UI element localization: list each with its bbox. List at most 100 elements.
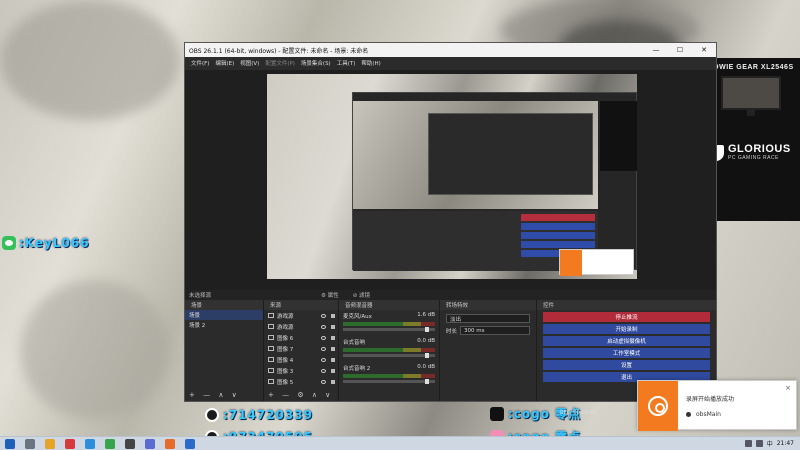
volume-meter	[343, 322, 435, 326]
start-icon[interactable]	[5, 438, 15, 449]
filters-button[interactable]: ⊘ 滤镜	[353, 291, 370, 299]
source-type-icon	[268, 379, 274, 384]
wechat-taskbar-icon[interactable]	[105, 438, 115, 449]
sources-dock: 来源 游戏源 游戏源 图像 6 图像 7 图像 4 图像 3 图像 5 + — …	[264, 300, 338, 401]
clock[interactable]: 21:47	[777, 440, 794, 447]
maximize-button[interactable]: ☐	[668, 46, 692, 54]
mixer-channel: 台式音响 0.0 dB	[339, 336, 439, 362]
menu-profile[interactable]: 配置文件(P)	[265, 59, 295, 67]
lock-icon[interactable]	[331, 379, 335, 384]
start-recording-button[interactable]: 开始录制	[543, 324, 710, 334]
controls-title: 控件	[537, 300, 716, 310]
lock-icon[interactable]	[331, 313, 335, 318]
transitions-dock: 转场特效 淡出 时长 300 ms	[440, 300, 536, 401]
source-label: 图像 5	[277, 379, 294, 386]
settings-button[interactable]: 设置	[543, 360, 710, 370]
eye-icon[interactable]	[321, 324, 326, 329]
start-virtual-camera-button[interactable]: 启动虚拟摄像机	[543, 336, 710, 346]
search-icon[interactable]	[25, 438, 35, 449]
qq-icon	[205, 408, 219, 422]
eye-icon[interactable]	[321, 313, 326, 318]
volume-slider[interactable]	[343, 353, 435, 358]
source-item[interactable]: 游戏源	[264, 310, 338, 321]
sources-toolbar[interactable]: + — ⚙ ∧ ∨	[268, 391, 333, 399]
notification-app-icon	[638, 381, 678, 431]
minimize-button[interactable]: —	[644, 46, 668, 54]
source-type-icon	[268, 346, 274, 351]
menu-view[interactable]: 视图(V)	[240, 59, 259, 67]
lock-icon[interactable]	[331, 346, 335, 351]
qq-number-1: :714720339	[223, 408, 313, 422]
mixer-channel: 台式音响 2 0.0 dB	[339, 362, 439, 388]
eye-icon[interactable]	[321, 346, 326, 351]
menu-help[interactable]: 帮助(H)	[361, 59, 380, 67]
scene-item[interactable]: 场景	[185, 310, 263, 320]
menu-tools[interactable]: 工具(T)	[337, 59, 356, 67]
network-icon[interactable]	[744, 440, 752, 447]
obs-menubar: 文件(F) 编辑(E) 视图(V) 配置文件(P) 场景集合(S) 工具(T) …	[185, 57, 716, 69]
nested-notification	[559, 249, 634, 276]
browser-icon[interactable]	[85, 438, 95, 449]
volume-icon[interactable]	[755, 440, 763, 447]
app-icon[interactable]	[145, 438, 155, 449]
qq-overlay-1: :714720339	[205, 408, 313, 422]
source-item[interactable]: 图像 7	[264, 343, 338, 354]
stop-streaming-button[interactable]: 停止推流	[543, 312, 710, 322]
obs-window: OBS 26.1.1 (64-bit, windows) - 配置文件: 未命名…	[184, 42, 717, 402]
eye-icon[interactable]	[321, 368, 326, 373]
preview-area[interactable]	[185, 70, 716, 308]
obs-taskbar-icon[interactable]	[125, 438, 135, 449]
no-source-selected: 未选择源	[189, 293, 212, 299]
source-label: 游戏源	[277, 313, 294, 320]
scene-item[interactable]: 场景 2	[185, 320, 263, 330]
source-item[interactable]: 游戏源	[264, 321, 338, 332]
volume-slider[interactable]	[343, 327, 435, 332]
preview-canvas[interactable]	[267, 74, 637, 279]
close-icon[interactable]: ×	[785, 384, 791, 392]
wallpaper-ink	[20, 280, 170, 420]
logo-tagline: PC GAMING RACE	[728, 155, 779, 161]
menu-file[interactable]: 文件(F)	[191, 59, 209, 67]
wechat-id: :KeyL066	[19, 236, 90, 250]
lock-icon[interactable]	[331, 335, 335, 340]
properties-button[interactable]: ⚙ 属性	[321, 291, 339, 299]
lock-icon[interactable]	[331, 357, 335, 362]
lock-icon[interactable]	[331, 324, 335, 329]
eye-icon[interactable]	[321, 379, 326, 384]
lock-icon[interactable]	[331, 368, 335, 373]
source-item[interactable]: 图像 3	[264, 365, 338, 376]
app-icon[interactable]	[185, 438, 195, 449]
nested-obs-capture	[352, 92, 637, 271]
notification-toast[interactable]: 录屏开始播放成功 obsMain ×	[637, 380, 797, 431]
app-icon[interactable]	[65, 438, 75, 449]
menu-scene-collection[interactable]: 场景集合(S)	[301, 59, 331, 67]
studio-mode-button[interactable]: 工作室模式	[543, 348, 710, 358]
channel-name: 台式音响	[343, 340, 366, 346]
scenes-title: 场景	[185, 300, 263, 310]
volume-slider[interactable]	[343, 379, 435, 384]
source-item[interactable]: 图像 4	[264, 354, 338, 365]
source-item[interactable]: 图像 6	[264, 332, 338, 343]
ime-indicator[interactable]: 中	[767, 439, 773, 448]
transition-select[interactable]: 淡出	[446, 314, 530, 323]
channel-db: 1.6 dB	[417, 312, 435, 318]
douyin-icon	[490, 406, 504, 421]
source-item[interactable]: 图像 5	[264, 376, 338, 387]
eye-icon[interactable]	[321, 357, 326, 362]
app-icon[interactable]	[165, 438, 175, 449]
source-type-icon	[268, 313, 274, 318]
menu-edit[interactable]: 编辑(E)	[215, 59, 234, 67]
folder-icon[interactable]	[45, 438, 55, 449]
wechat-overlay: :KeyL066	[2, 236, 90, 250]
scenes-toolbar[interactable]: + — ∧ ∨	[189, 391, 240, 399]
duration-input[interactable]: 300 ms	[460, 326, 530, 335]
source-type-icon	[268, 335, 274, 340]
obs-title: OBS 26.1.1 (64-bit, windows) - 配置文件: 未命名…	[189, 47, 369, 55]
source-label: 图像 6	[277, 335, 294, 342]
obs-titlebar[interactable]: OBS 26.1.1 (64-bit, windows) - 配置文件: 未命名…	[185, 43, 716, 57]
close-button[interactable]: ✕	[692, 46, 716, 54]
duration-label: 时长	[446, 328, 458, 335]
mixer-channel: 麦克风/Aux 1.6 dB	[339, 310, 439, 336]
channel-name: 台式音响 2	[343, 366, 371, 372]
eye-icon[interactable]	[321, 335, 326, 340]
